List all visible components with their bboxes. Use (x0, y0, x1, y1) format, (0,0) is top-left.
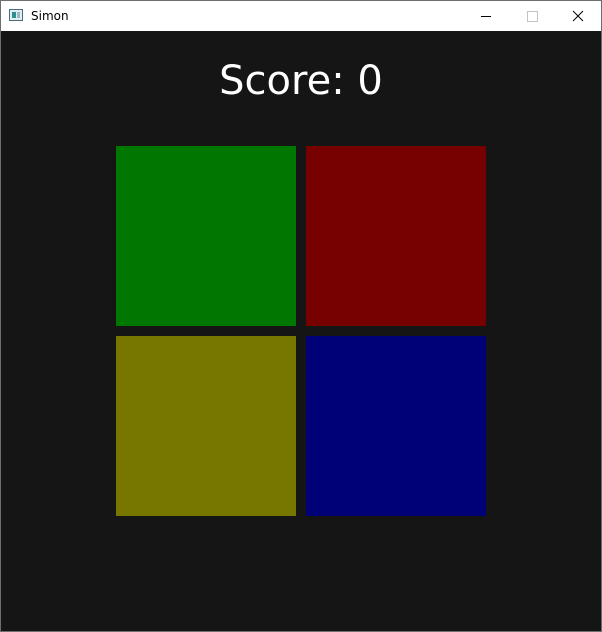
window-title: Simon (31, 9, 69, 23)
minimize-button[interactable] (463, 1, 509, 31)
close-button[interactable] (555, 1, 601, 31)
app-window: Simon Score: 0 (0, 0, 602, 632)
yellow-pad[interactable] (116, 336, 296, 516)
title-bar[interactable]: Simon (1, 1, 601, 31)
app-window-icon (9, 9, 23, 21)
green-pad[interactable] (116, 146, 296, 326)
blue-pad[interactable] (306, 336, 486, 516)
maximize-button[interactable] (509, 1, 555, 31)
game-canvas: Score: 0 (1, 31, 601, 631)
close-icon (572, 10, 584, 22)
red-pad[interactable] (306, 146, 486, 326)
score-label: Score: 0 (219, 58, 383, 104)
